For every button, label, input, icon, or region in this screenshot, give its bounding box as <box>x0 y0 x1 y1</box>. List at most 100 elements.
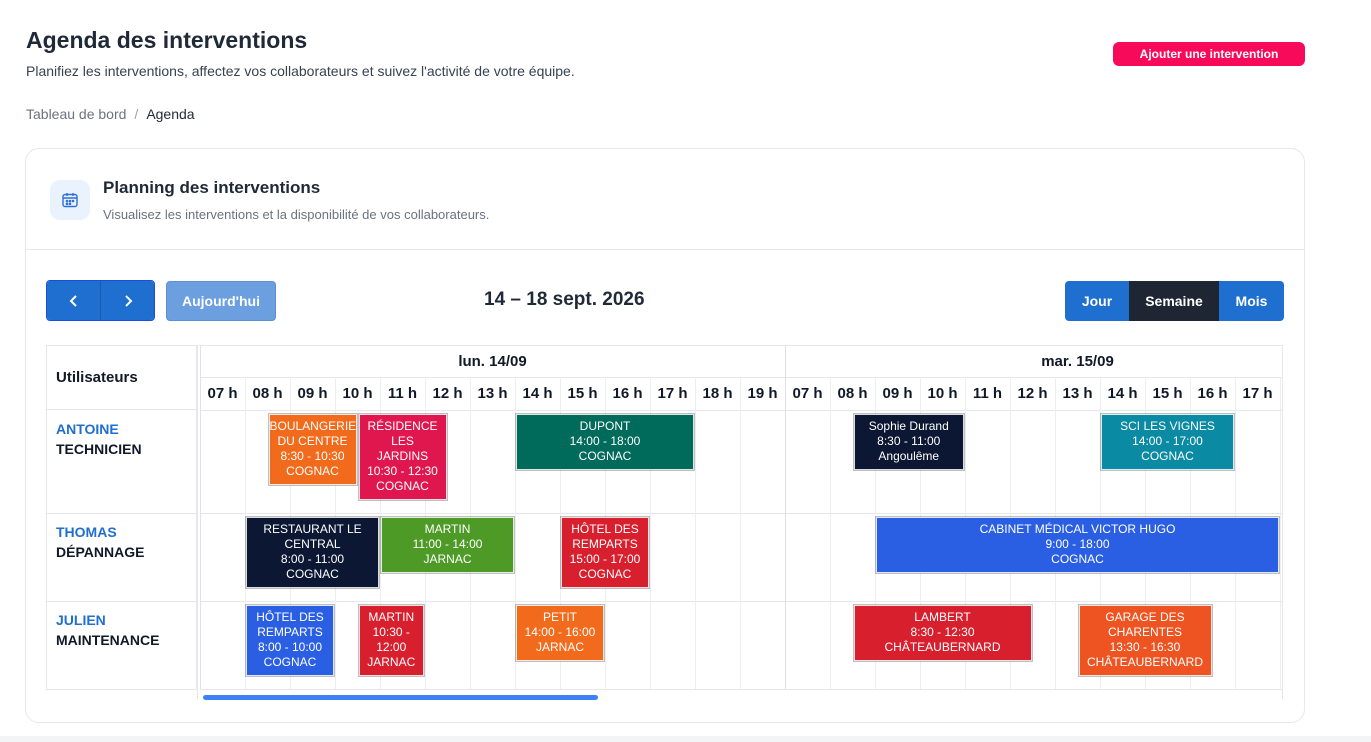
event-text: 10:30 - 12:30 <box>367 464 438 478</box>
event-text: 8:00 - 11:00 <box>280 552 345 566</box>
hour-header: 18 h <box>702 385 733 402</box>
event-block[interactable]: MARTIN 10:30 -12:00 JARNAC <box>358 605 424 676</box>
resource-name[interactable]: THOMAS <box>56 522 196 542</box>
calendar-icon <box>50 180 90 220</box>
event-text: GARAGE DES <box>1105 610 1185 624</box>
event-block[interactable]: Sophie Durand 8:30 - 11:00 Angoulême <box>853 414 964 470</box>
breadcrumb-separator: / <box>134 106 139 122</box>
chevron-right-icon <box>124 294 132 307</box>
day-header[interactable]: lun. 14/09 <box>200 345 785 377</box>
hour-header: 09 h <box>297 385 328 402</box>
day-header[interactable]: mar. 15/09 <box>785 345 1304 377</box>
event-text: JARNAC <box>423 552 472 566</box>
hour-header: 17 h <box>1242 385 1273 402</box>
event-text: JARNAC <box>535 640 584 654</box>
resource-role: DÉPANNAGE <box>56 544 145 560</box>
hour-header: 16 h <box>612 385 643 402</box>
horizontal-scrollbar[interactable] <box>203 695 598 700</box>
event-block[interactable]: BOULANGERIE DU CENTRE 8:30 - 10:30 COGNAC <box>268 414 357 485</box>
event-block[interactable]: HÔTEL DES REMPARTS 8:00 - 10:00 COGNAC <box>246 605 334 676</box>
resource-row: JULIEN MAINTENANCE <box>46 601 197 690</box>
event-text: LAMBERT <box>914 610 971 624</box>
page-title: Agenda des interventions <box>26 27 308 53</box>
hour-header: 13 h <box>1062 385 1093 402</box>
resource-role: TECHNICIEN <box>56 441 142 457</box>
event-block[interactable]: CABINET MÉDICAL VICTOR HUGO 9:00 - 18:00 C… <box>876 517 1279 573</box>
view-week-button[interactable]: Semaine <box>1129 281 1219 321</box>
event-text: MARTIN <box>368 610 415 624</box>
next-button[interactable] <box>100 281 154 320</box>
event-text: COGNAC <box>286 567 339 581</box>
event-text: COGNAC <box>578 567 632 581</box>
event-text: 10:30 - <box>372 625 410 639</box>
hour-header: 07 h <box>792 385 823 402</box>
page-subtitle: Planifiez les interventions, affectez vo… <box>26 63 575 79</box>
today-button[interactable]: Aujourd'hui <box>166 281 276 321</box>
event-text: 8:30 - 12:30 <box>910 625 975 639</box>
event-block[interactable]: SCI LES VIGNES 14:00 - 17:00 COGNAC <box>1101 414 1234 470</box>
event-text: Angoulême <box>878 449 940 463</box>
view-day-button[interactable]: Jour <box>1065 281 1129 321</box>
event-block[interactable]: PETIT 14:00 - 16:00 JARNAC <box>516 605 604 661</box>
date-range-title: 14 – 18 sept. 2026 <box>484 289 645 310</box>
event-text: 8:30 - 11:00 <box>877 434 941 448</box>
card-subtitle: Visualisez les interventions et la dispo… <box>103 207 490 222</box>
hour-header: 11 h <box>387 385 418 402</box>
breadcrumb-dashboard-link[interactable]: Tableau de bord <box>26 106 126 122</box>
add-intervention-button[interactable]: Ajouter une intervention <box>1113 42 1305 66</box>
event-text: Sophie Durand <box>868 419 949 433</box>
hour-header: 11 h <box>972 385 1003 402</box>
event-text: COGNAC <box>263 655 317 669</box>
event-text: SCI LES VIGNES <box>1120 419 1215 433</box>
hour-header: 16 h <box>1197 385 1228 402</box>
prev-next-group <box>46 280 155 321</box>
event-block[interactable]: MARTIN 11:00 - 14:00 JARNAC <box>381 517 514 573</box>
resource-name[interactable]: JULIEN <box>56 610 196 630</box>
event-text: COGNAC <box>286 464 339 478</box>
view-month-button[interactable]: Mois <box>1219 281 1284 321</box>
event-text: CABINET MÉDICAL VICTOR HUGO <box>979 522 1176 536</box>
resource-row: THOMAS DÉPANNAGE <box>46 513 197 602</box>
event-block[interactable]: RESTAURANT LE CENTRAL 8:00 - 11:00 COGNAC <box>246 517 379 588</box>
event-text: 15:00 - 17:00 <box>569 552 641 566</box>
hour-header: 12 h <box>432 385 463 402</box>
event-text: 13:30 - 16:30 <box>1109 640 1181 654</box>
scheduler-calendar: Utilisateurs ANTOINE TECHNICIEN THOMAS DÉPA… <box>46 345 1284 700</box>
event-text: LES <box>391 434 414 448</box>
resource-name[interactable]: ANTOINE <box>56 419 196 439</box>
event-text: HÔTEL DES <box>571 522 639 536</box>
event-text: JARNAC <box>367 655 416 669</box>
event-text: 8:30 - 10:30 <box>280 449 345 463</box>
hour-header: 09 h <box>882 385 913 402</box>
event-text: CENTRAL <box>284 537 341 551</box>
event-text: PETIT <box>542 610 577 624</box>
prev-button[interactable] <box>47 281 100 320</box>
resource-header: Utilisateurs <box>46 345 197 410</box>
event-block[interactable]: DUPONT 14:00 - 18:00 COGNAC <box>516 414 694 470</box>
event-block[interactable]: LAMBERT 8:30 - 12:30 CHÂTEAUBERNARD <box>853 605 1032 661</box>
event-text: 14:00 - 18:00 <box>569 434 641 448</box>
event-text: JARDINS <box>376 449 429 463</box>
event-block[interactable]: HÔTEL DES REMPARTS 15:00 - 17:00 COGNAC <box>561 517 649 588</box>
event-text: MARTIN <box>424 522 471 536</box>
event-text: CHARENTES <box>1107 625 1182 639</box>
event-text: 12:00 <box>376 640 407 654</box>
event-text: COGNAC <box>1141 449 1194 463</box>
event-text: 14:00 - 16:00 <box>524 625 596 639</box>
event-text: COGNAC <box>578 449 632 463</box>
hour-header: 08 h <box>252 385 283 402</box>
hour-header: 10 h <box>927 385 958 402</box>
resource-role: MAINTENANCE <box>56 632 160 648</box>
resource-row: ANTOINE TECHNICIEN <box>46 410 197 514</box>
event-text: CHÂTEAUBERNARD <box>1086 655 1203 669</box>
event-block[interactable]: RÉSIDENCE LES JARDINS 10:30 - 12:30 COGNAC <box>358 414 447 500</box>
event-text: RÉSIDENCE <box>367 419 438 433</box>
hour-header: 08 h <box>837 385 868 402</box>
event-block[interactable]: GARAGE DES CHARENTES 13:30 - 16:30 CHÂTEAUB… <box>1078 605 1212 676</box>
card-title: Planning des interventions <box>103 178 321 197</box>
event-text: REMPARTS <box>572 537 638 551</box>
event-text: COGNAC <box>1051 552 1104 566</box>
event-text: 8:00 - 10:00 <box>257 640 323 654</box>
event-text: 9:00 - 18:00 <box>1045 537 1110 551</box>
event-text: COGNAC <box>376 479 429 493</box>
